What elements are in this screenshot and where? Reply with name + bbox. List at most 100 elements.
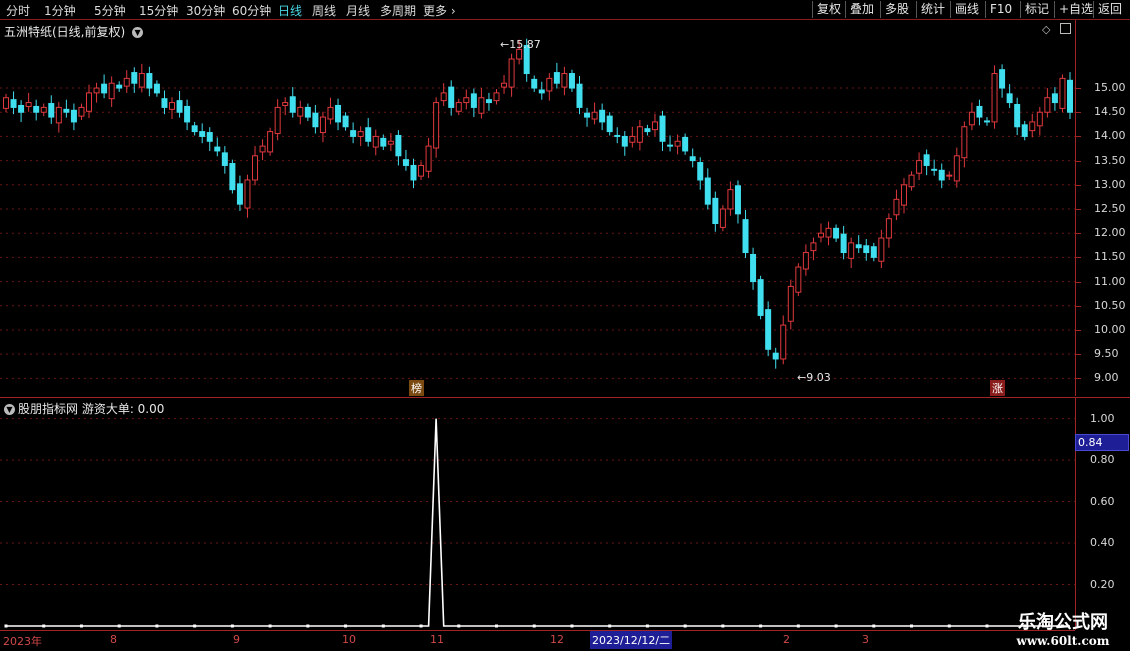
- candle-body: [651, 121, 658, 131]
- draw-button[interactable]: 画线: [950, 1, 983, 18]
- candle-body: [750, 253, 757, 283]
- candle-body: [1014, 104, 1021, 128]
- up-badge[interactable]: 涨: [990, 380, 1005, 396]
- candle-body: [765, 309, 772, 350]
- indicator-point: [645, 624, 649, 628]
- price-tick-label: 14.00: [1094, 129, 1126, 143]
- tf-1min[interactable]: 1分钟: [44, 2, 76, 19]
- candle-body: [86, 92, 93, 112]
- price-tick-label: 11.50: [1094, 250, 1126, 264]
- candle-body: [885, 218, 892, 239]
- candle-body: [855, 244, 862, 249]
- current-value-tag: 0.84: [1075, 434, 1129, 451]
- f10-button[interactable]: F10: [985, 1, 1016, 18]
- candle-body: [402, 159, 409, 166]
- candle-body: [319, 116, 326, 134]
- fuquan-button[interactable]: 复权: [812, 1, 845, 18]
- candle-body: [433, 102, 440, 149]
- candle-body: [63, 108, 70, 113]
- candle-body: [727, 189, 734, 210]
- indicator-point: [79, 624, 83, 628]
- candle-body: [478, 97, 485, 114]
- indicator-point: [381, 624, 385, 628]
- tf-more[interactable]: 更多 ›: [423, 2, 456, 19]
- axis-tick: [1076, 160, 1081, 162]
- tf-monthly[interactable]: 月线: [346, 2, 370, 19]
- candle-body: [629, 135, 636, 143]
- candle-body: [108, 82, 115, 100]
- candle-body: [538, 89, 545, 94]
- candle-body: [350, 130, 357, 137]
- candle-body: [25, 102, 32, 107]
- candle-body: [667, 144, 674, 147]
- candle-body: [101, 83, 108, 94]
- indicator-point: [796, 624, 800, 628]
- indicator-point: [683, 624, 687, 628]
- candle-body: [591, 111, 598, 120]
- indicator-svg: [0, 418, 1075, 628]
- candle-body: [659, 115, 666, 142]
- price-tick-label: 13.00: [1094, 177, 1126, 191]
- tf-more-label: 更多: [423, 4, 448, 18]
- tf-multi[interactable]: 多周期: [380, 2, 416, 19]
- axis-tick: [1076, 184, 1081, 186]
- candle-body: [968, 111, 975, 126]
- axis-tick: [1076, 136, 1081, 138]
- back-button[interactable]: 返回: [1093, 1, 1126, 18]
- candle-body: [3, 97, 9, 109]
- candle-body: [674, 140, 681, 147]
- candle-body: [342, 115, 349, 128]
- add-watchlist-button[interactable]: +自选: [1054, 1, 1097, 18]
- candle-body: [946, 174, 953, 177]
- candle-body: [335, 104, 342, 123]
- candle-body: [10, 99, 17, 108]
- candle-body: [931, 168, 938, 171]
- tf-5min[interactable]: 5分钟: [94, 2, 126, 19]
- candle-body: [123, 77, 130, 87]
- cursor-date-label: 2023/12/12/二: [590, 631, 673, 649]
- candlestick-panel[interactable]: 五洲特纸(日线,前复权) ▼ ◇ 榜 涨 ←15.87 ←9.03: [0, 20, 1075, 396]
- tf-15min[interactable]: 15分钟: [139, 2, 178, 19]
- candle-body: [418, 164, 425, 177]
- low-marker: ←9.03: [797, 371, 831, 384]
- candle-body: [1067, 79, 1073, 113]
- candle-body: [742, 219, 749, 254]
- candle-body: [93, 87, 100, 94]
- axis-tick: [1076, 257, 1081, 259]
- candle-body: [999, 69, 1006, 89]
- indicator-tick-label: 0.40: [1090, 536, 1115, 550]
- tf-fenshi[interactable]: 分时: [6, 2, 30, 19]
- stats-button[interactable]: 统计: [916, 1, 949, 18]
- candle-body: [470, 93, 477, 108]
- indicator-point: [834, 624, 838, 628]
- indicator-point: [268, 624, 272, 628]
- candle-body: [214, 146, 221, 152]
- mark-button[interactable]: 标记: [1020, 1, 1053, 18]
- candle-body: [1044, 97, 1051, 113]
- candle-body: [1029, 121, 1036, 132]
- candle-body: [599, 109, 606, 123]
- tf-30min[interactable]: 30分钟: [186, 2, 225, 19]
- tf-60min[interactable]: 60分钟: [232, 2, 271, 19]
- indicator-point: [947, 624, 951, 628]
- candle-body: [833, 227, 840, 239]
- candle-body: [153, 83, 160, 94]
- candle-body: [176, 100, 183, 113]
- candle-body: [40, 106, 47, 113]
- multi-stock-button[interactable]: 多股: [880, 1, 913, 18]
- indicator-point: [608, 624, 612, 628]
- axis-tick: [1076, 329, 1081, 331]
- indicator-tick-label: 0.60: [1090, 494, 1115, 508]
- candle-body: [561, 73, 568, 88]
- axis-tick: [1076, 354, 1081, 356]
- tf-weekly[interactable]: 周线: [312, 2, 336, 19]
- high-marker: ←15.87: [500, 38, 541, 51]
- candle-body: [1006, 93, 1013, 104]
- indicator-line: [6, 418, 1070, 627]
- overlay-button[interactable]: 叠加: [845, 1, 878, 18]
- indicator-panel[interactable]: ▼ 股朋指标网 游资大单: 0.00: [0, 397, 1075, 630]
- rank-badge[interactable]: 榜: [409, 380, 424, 396]
- tf-daily[interactable]: 日线: [278, 2, 302, 19]
- candle-body: [372, 135, 379, 148]
- date-label: 2: [783, 633, 790, 646]
